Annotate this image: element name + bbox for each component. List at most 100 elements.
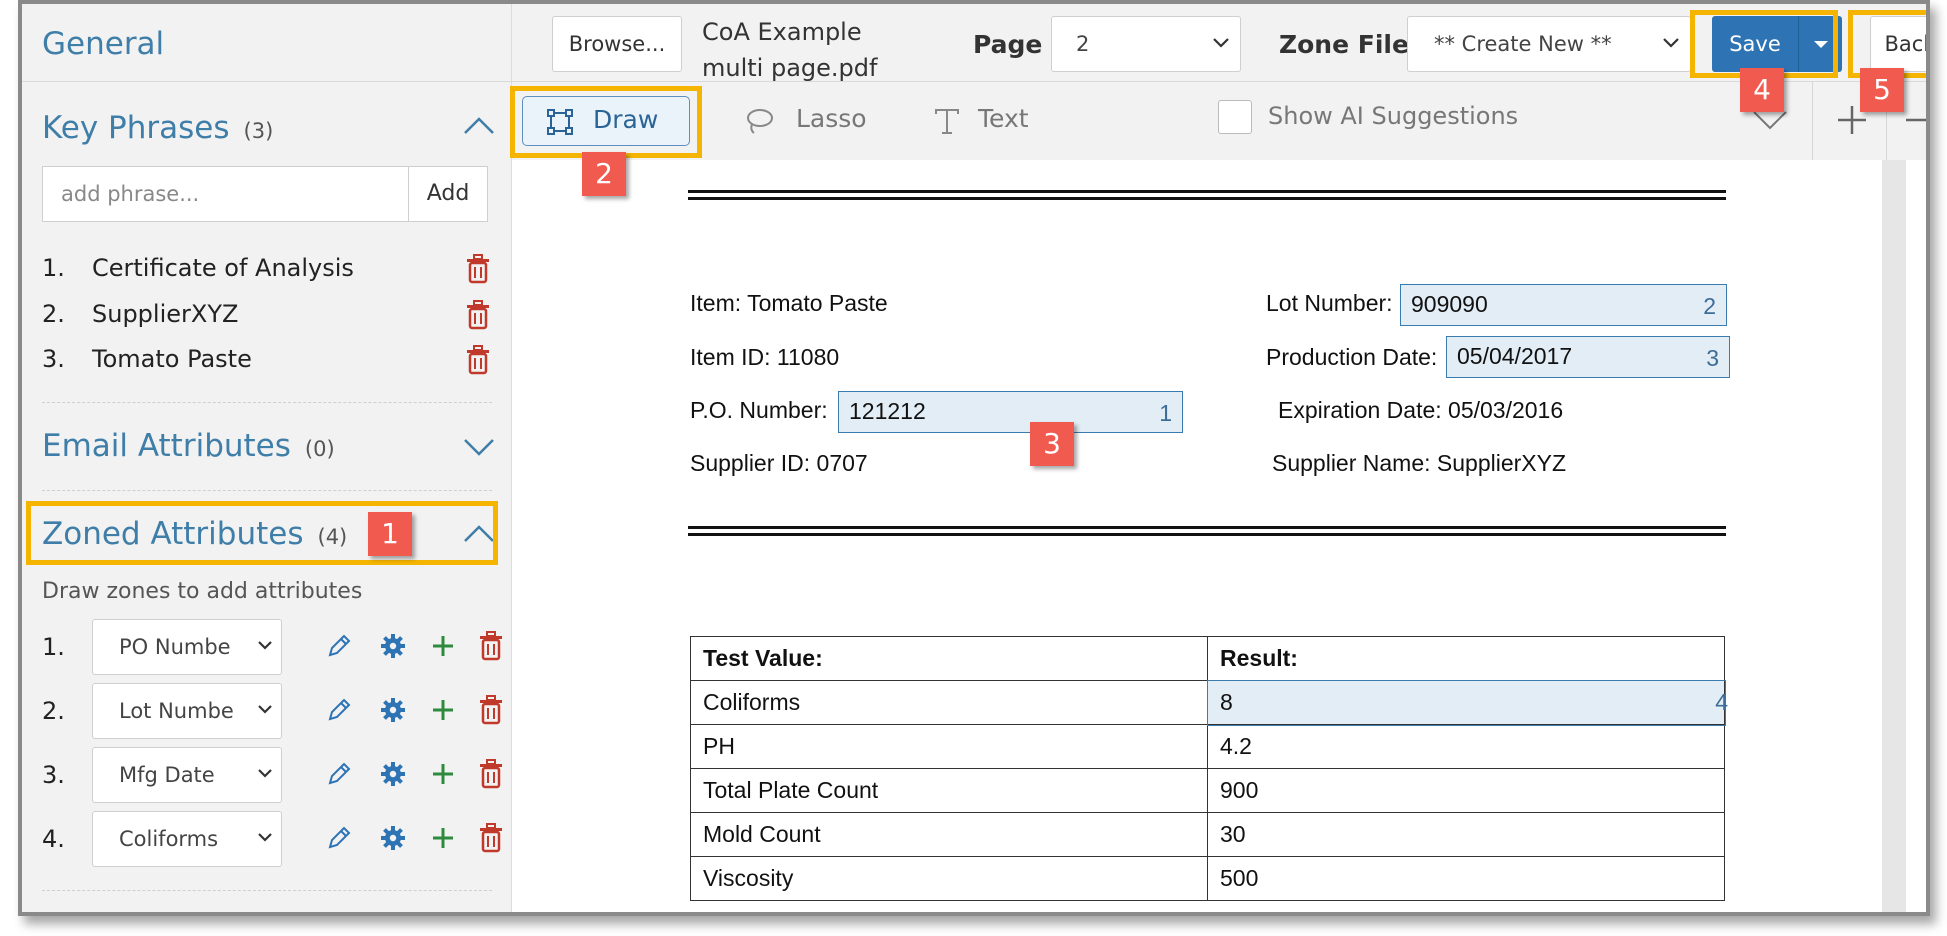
text-tool-icon [935,109,959,134]
table-header-cell: Test Value: [690,636,1208,681]
zone-production-date[interactable]: 05/04/2017 3 [1446,336,1730,378]
browse-button[interactable]: Browse... [552,16,682,72]
plus-icon[interactable] [428,631,458,661]
zone-number: 4. [42,825,65,853]
attribute-select-value: PO Numbe [119,635,231,659]
item-id-text: Item ID: 11080 [690,344,840,370]
chevron-down-icon [258,769,272,778]
phrase-label: Tomato Paste [92,345,252,373]
zone-index: 3 [1706,345,1719,371]
supplier-name-text: Supplier Name: SupplierXYZ [1272,450,1567,476]
gear-icon[interactable] [378,631,408,661]
zone-hint-text: Draw zones to add attributes [42,579,363,604]
zoned-attribute-row: 1. PO Numbe [42,619,502,675]
page-select[interactable]: 2 [1051,16,1241,72]
table-cell: Total Plate Count [690,768,1208,813]
table-cell: Viscosity [690,856,1208,901]
callout-badge: 1 [368,512,412,556]
zone-index: 2 [1703,293,1716,319]
chevron-down-icon[interactable] [462,436,494,462]
section-divider [42,402,492,403]
plus-icon[interactable] [428,823,458,853]
key-phrases-title: Key Phrases (3) [42,110,273,146]
double-rule [688,190,1726,200]
toolbar-divider [1812,82,1813,160]
zone-lot-number[interactable]: 909090 2 [1400,284,1727,326]
phrase-label: SupplierXYZ [92,300,239,328]
callout-badge: 3 [1030,422,1074,466]
table-cell: 4.2 [1207,724,1725,769]
trash-icon[interactable] [465,345,491,375]
file-name-line1: CoA Example [702,18,862,46]
highlight-draw-tool [510,86,702,158]
attribute-select-value: Coliforms [119,827,219,851]
zone-value: 909090 [1411,291,1488,317]
trash-icon[interactable] [478,631,508,661]
chevron-down-icon [1663,38,1679,48]
trash-icon[interactable] [478,695,508,725]
phrase-list-item: 1. Certificate of Analysis [42,250,492,290]
supplier-id-text: Supplier ID: 0707 [690,450,868,476]
plus-icon[interactable] [428,759,458,789]
text-tool-label: Text [978,104,1029,133]
section-divider [42,890,492,891]
pencil-icon[interactable] [324,631,354,661]
add-phrase-button[interactable]: Add [408,166,488,222]
page-label: Page [973,30,1043,59]
pencil-icon[interactable] [324,759,354,789]
callout-badge: 2 [582,152,626,196]
sidebar: General Key Phrases (3) add phrase... Add… [22,4,512,912]
attribute-select[interactable]: PO Numbe [92,619,282,675]
zone-file-select[interactable]: ** Create New ** [1407,16,1691,72]
trash-icon[interactable] [465,300,491,330]
add-phrase-input[interactable]: add phrase... [42,166,408,222]
phrase-number: 3. [42,345,65,373]
zone-po-number[interactable]: 121212 1 [838,391,1183,433]
trash-icon[interactable] [478,823,508,853]
phrase-list-item: 3. Tomato Paste [42,341,492,381]
table-row: Viscosity 500 [690,856,1725,901]
document-page[interactable]: Item: Tomato Paste Item ID: 11080 P.O. N… [532,160,1882,912]
phrase-list-item: 2. SupplierXYZ [42,296,492,336]
chevron-down-icon [258,641,272,650]
gear-icon[interactable] [378,759,408,789]
attribute-select[interactable]: Lot Numbe [92,683,282,739]
table-cell: Mold Count [690,812,1208,857]
chevron-down-icon [258,705,272,714]
gear-icon[interactable] [378,823,408,853]
file-name: CoA Example multi page.pdf [702,14,877,86]
draw-toolbar: Draw Lasso Text Show AI Suggestions [512,82,1926,160]
zone-value: 121212 [849,398,926,424]
ai-suggestions-checkbox[interactable] [1218,100,1252,134]
attribute-select-value: Mfg Date [119,763,215,787]
results-table: Test Value: Result: Coliforms 8 4 PH 4.2… [690,636,1728,901]
zone-value: 8 [1220,689,1233,715]
trash-icon[interactable] [478,759,508,789]
chevron-up-icon[interactable] [462,114,494,140]
attribute-select[interactable]: Mfg Date [92,747,282,803]
email-attributes-label: Email Attributes [42,428,291,464]
general-title[interactable]: General [42,26,164,62]
table-row: PH 4.2 [690,724,1725,769]
zone-index: 4 [1715,689,1728,715]
general-section[interactable]: General [22,4,512,82]
gear-icon[interactable] [378,695,408,725]
zone-index: 1 [1159,400,1172,426]
table-cell: PH [690,724,1208,769]
trash-icon[interactable] [465,254,491,284]
callout-badge: 5 [1860,68,1904,112]
zone-coliforms-result[interactable]: 8 4 [1206,679,1728,726]
zoned-attribute-row: 4. Coliforms [42,811,502,867]
pencil-icon[interactable] [324,695,354,725]
zone-number: 3. [42,761,65,789]
attribute-select[interactable]: Coliforms [92,811,282,867]
zoom-out-icon[interactable] [1902,102,1926,138]
text-tool-button[interactable]: Text [932,96,1052,146]
highlight-zoned-attributes [26,501,498,565]
plus-icon[interactable] [428,695,458,725]
zone-number: 2. [42,697,65,725]
pencil-icon[interactable] [324,823,354,853]
production-date-label: Production Date: [1266,344,1438,370]
lasso-tool-button[interactable]: Lasso [744,96,884,146]
key-phrases-count: (3) [243,119,274,143]
